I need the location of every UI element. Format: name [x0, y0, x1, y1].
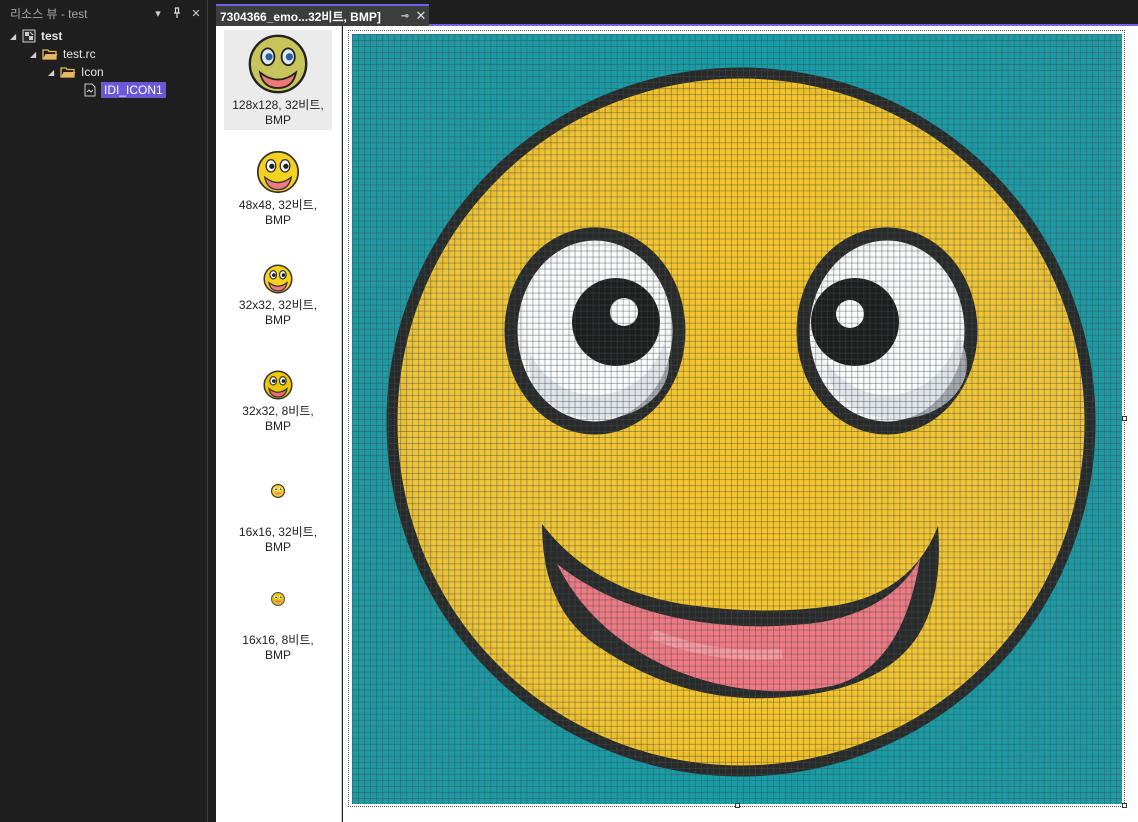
expand-arrow-icon[interactable]: ◢: [48, 68, 60, 77]
smiley-thumbnail: [248, 34, 308, 94]
pin-icon[interactable]: ⊸: [397, 11, 413, 22]
resize-handle-right[interactable]: [1122, 416, 1127, 421]
image-type-format: BMP: [264, 213, 291, 227]
tree-item-label: test.rc: [63, 47, 96, 61]
image-type-label: 128x128, 32비트,: [232, 98, 324, 112]
image-type-item[interactable]: 128x128, 32비트, BMP: [224, 30, 332, 130]
expand-arrow-icon[interactable]: ◢: [10, 32, 22, 41]
image-type-list: 128x128, 32비트, BMP 48x48, 32비트, BMP 32x3…: [216, 26, 342, 822]
tree-item-label: IDI_ICON1: [101, 82, 166, 98]
tab-title: 7304366_emo...32비트, BMP]: [220, 9, 381, 24]
image-type-label: 32x32, 8비트,: [242, 404, 314, 418]
smiley-thumbnail: [256, 150, 300, 194]
tree-item-label: Icon: [81, 65, 104, 79]
image-type-item[interactable]: 32x32, 32비트, BMP: [224, 264, 332, 328]
smiley-thumbnail: [271, 484, 285, 498]
image-type-label: 32x32, 32비트,: [238, 298, 318, 312]
close-icon[interactable]: ✕: [188, 5, 204, 21]
image-type-label: 16x16, 32비트,: [238, 525, 318, 539]
close-icon[interactable]: ✕: [413, 8, 429, 24]
tree-item-test[interactable]: ◢ test: [10, 27, 62, 45]
tree-item-test-rc[interactable]: ◢ test.rc: [30, 45, 96, 63]
pixel-canvas[interactable]: [352, 34, 1122, 804]
image-type-format: BMP: [264, 113, 291, 127]
image-type-label: 48x48, 32비트,: [238, 198, 318, 212]
tree-item-icon-folder[interactable]: ◢ Icon: [48, 63, 104, 81]
resize-handle-bottom[interactable]: [735, 803, 740, 808]
tab-icon-editor[interactable]: 7304366_emo...32비트, BMP] ⊸ ✕: [216, 4, 429, 26]
chevron-down-icon[interactable]: ▾: [150, 5, 166, 21]
image-type-item[interactable]: 16x16, 8비트, BMP: [224, 592, 332, 663]
icon-editor-canvas-area[interactable]: [343, 26, 1138, 822]
image-type-label: 16x16, 8비트,: [242, 633, 314, 647]
resource-view-panel: 리소스 뷰 - test ▾ ✕ ◢ test ◢ test.rc ◢ Icon…: [0, 0, 208, 822]
folder-open-icon: [60, 66, 76, 78]
resource-view-title: 리소스 뷰 - test: [10, 6, 88, 21]
image-type-format: BMP: [264, 540, 291, 554]
resource-editor-window: 리소스 뷰 - test ▾ ✕ ◢ test ◢ test.rc ◢ Icon…: [0, 0, 1138, 822]
tree-item-idi-icon1[interactable]: IDI_ICON1: [84, 81, 166, 99]
image-type-item[interactable]: 16x16, 32비트, BMP: [224, 484, 332, 555]
image-type-format: BMP: [264, 313, 291, 327]
project-icon: [22, 29, 36, 43]
smiley-face-image: [386, 67, 1096, 777]
resize-handle-corner[interactable]: [1122, 803, 1127, 808]
image-type-format: BMP: [264, 419, 291, 433]
image-type-format: BMP: [264, 648, 291, 662]
image-type-item[interactable]: 48x48, 32비트, BMP: [224, 150, 332, 228]
tree-item-label: test: [41, 29, 63, 43]
smiley-thumbnail: [263, 264, 293, 294]
smiley-thumbnail: [271, 592, 285, 606]
folder-open-icon: [42, 48, 58, 60]
expand-arrow-icon[interactable]: ◢: [30, 50, 42, 59]
file-icon: [84, 83, 96, 97]
smiley-thumbnail: [263, 370, 293, 400]
pin-icon[interactable]: [169, 5, 185, 21]
document-tab-strip: 7304366_emo...32비트, BMP] ⊸ ✕: [216, 0, 1138, 26]
image-type-item[interactable]: 32x32, 8비트, BMP: [224, 370, 332, 434]
resource-view-title-bar: 리소스 뷰 - test ▾ ✕: [0, 0, 207, 26]
